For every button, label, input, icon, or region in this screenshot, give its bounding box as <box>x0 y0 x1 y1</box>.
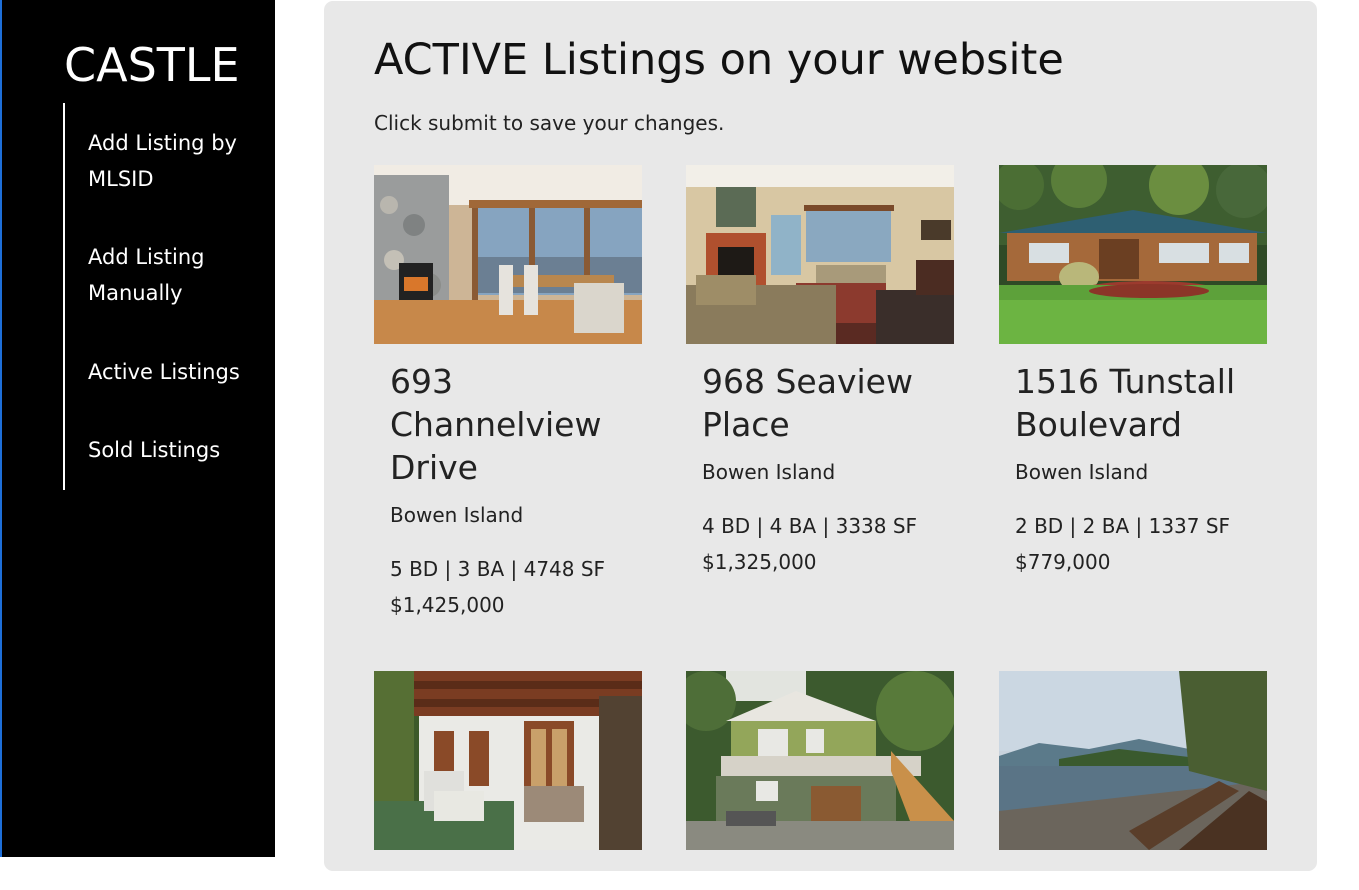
page-title: ACTIVE Listings on your website <box>374 35 1064 85</box>
listing-photo[interactable] <box>999 165 1267 344</box>
brand-logo[interactable]: CASTLE <box>64 38 240 92</box>
listing-specs: 5 BD | 3 BA | 4748 SF <box>390 557 606 581</box>
listing-photo[interactable] <box>999 671 1267 850</box>
listing-price: $779,000 <box>1015 550 1111 574</box>
listing-specs: 2 BD | 2 BA | 1337 SF <box>1015 514 1231 538</box>
sidebar-nav: Add Listing by MLSID Add Listing Manuall… <box>63 103 268 490</box>
listing-card[interactable] <box>374 671 642 890</box>
listing-card[interactable] <box>686 671 954 890</box>
listing-photo[interactable] <box>374 671 642 850</box>
listing-city: Bowen Island <box>390 503 524 527</box>
listing-address: 1516 Tunstall Boulevard <box>1015 362 1236 444</box>
listing-photo[interactable] <box>686 671 954 850</box>
listing-card[interactable]: 693 Channelview Drive Bowen Island 5 BD … <box>374 165 642 623</box>
listings-panel: ACTIVE Listings on your website Click su… <box>324 1 1317 871</box>
listing-card[interactable]: 968 Seaview Place Bowen Island 4 BD | 4 … <box>686 165 954 580</box>
sidebar-item-add-by-mlsid[interactable]: Add Listing by MLSID <box>88 125 258 197</box>
listing-specs: 4 BD | 4 BA | 3338 SF <box>702 514 918 538</box>
sidebar-item-add-manually[interactable]: Add Listing Manually <box>88 239 238 311</box>
listing-city: Bowen Island <box>702 460 836 484</box>
listing-card[interactable]: 1516 Tunstall Boulevard Bowen Island 2 B… <box>999 165 1267 580</box>
sidebar-item-active-listings[interactable]: Active Listings <box>88 354 268 390</box>
listing-city: Bowen Island <box>1015 460 1149 484</box>
page-subtitle: Click submit to save your changes. <box>374 111 725 135</box>
listing-card[interactable] <box>999 671 1267 890</box>
listing-photo[interactable] <box>374 165 642 344</box>
sidebar: CASTLE Add Listing by MLSID Add Listing … <box>0 0 275 857</box>
listing-price: $1,425,000 <box>390 593 505 617</box>
listing-address: 968 Seaview Place <box>702 362 913 444</box>
listing-photo[interactable] <box>686 165 954 344</box>
listing-address: 693 Channelview Drive <box>390 362 602 487</box>
sidebar-item-sold-listings[interactable]: Sold Listings <box>88 432 268 468</box>
listing-price: $1,325,000 <box>702 550 817 574</box>
